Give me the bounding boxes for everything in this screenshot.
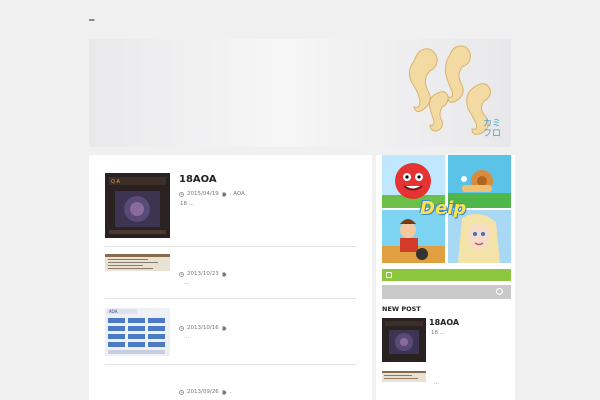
svg-text:Q A: Q A (111, 179, 121, 185)
post-excerpt: 18 ... (180, 201, 194, 207)
sidebar: Deip NEW POST 18AOA 18 ... ... (376, 155, 515, 400)
rss-subscribe-bar[interactable] (382, 269, 511, 281)
new-post-heading: NEW POST (382, 305, 421, 313)
clock-icon (179, 325, 184, 331)
post-date: 2013/10/16 (187, 325, 219, 331)
search-bar[interactable] (382, 285, 511, 299)
recent-post-title[interactable]: 18AOA (429, 318, 459, 327)
search-icon[interactable] (496, 288, 503, 295)
post-list: Q A 18AOA 2015/04/19 . AOA 18 ... 2013/1… (89, 155, 372, 400)
tag-icon (222, 326, 227, 330)
post-thumbnail[interactable]: Q A (105, 173, 170, 238)
post-excerpt: ... (184, 334, 190, 340)
header-banner[interactable]: カミフロ (89, 39, 511, 147)
post-date: 2013/09/26 (187, 389, 219, 395)
post-meta: 2013/10/23 (179, 271, 227, 277)
clock-icon (179, 191, 184, 197)
ad-logo-text: Deip (420, 198, 467, 219)
post-divider (105, 246, 356, 247)
logo-text-line: カミフロ (483, 119, 502, 139)
recent-post-excerpt: 18 ... (431, 330, 445, 336)
post-excerpt: ... (184, 280, 190, 286)
recent-post-thumbnail[interactable] (382, 318, 426, 362)
tag-icon (222, 272, 227, 276)
post-divider (105, 298, 356, 299)
post-tags[interactable]: . AOA (230, 191, 245, 197)
post-date: 2013/10/23 (187, 271, 219, 277)
site-title[interactable]: _ (89, 8, 95, 21)
game-ad-banner[interactable]: Deip (382, 155, 511, 263)
recent-post-excerpt: ... (434, 380, 440, 386)
banner-logo-text: カミフロ (483, 119, 501, 139)
tag-icon (222, 390, 227, 394)
post-thumbnail[interactable] (105, 254, 170, 271)
post-tags[interactable]: . (230, 389, 232, 395)
post-thumbnail[interactable]: AOA (105, 308, 170, 356)
post-meta: 2013/09/26 . (179, 389, 231, 395)
post-title[interactable]: 18AOA (179, 174, 217, 185)
rss-icon (386, 272, 392, 278)
tag-icon (222, 192, 227, 196)
svg-text:AOA: AOA (109, 309, 118, 314)
clock-icon (179, 271, 184, 277)
post-meta: 2013/10/16 (179, 325, 227, 331)
post-divider (105, 364, 356, 365)
recent-post-thumbnail[interactable] (382, 371, 426, 382)
post-meta: 2015/04/19 . AOA (179, 191, 245, 197)
post-date: 2015/04/19 (187, 191, 219, 197)
clock-icon (179, 389, 184, 395)
